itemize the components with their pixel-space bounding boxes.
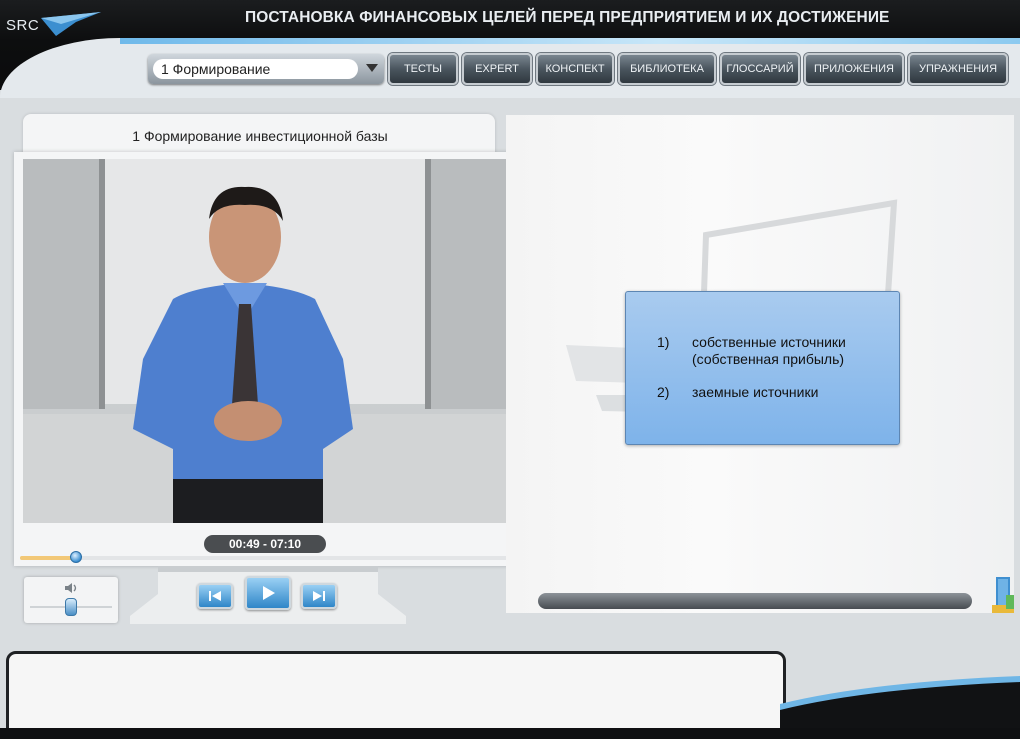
exercises-button[interactable]: УПРАЖНЕНИЯ — [908, 53, 1008, 85]
footer-swoosh — [780, 676, 1020, 731]
app-title: ПОСТАНОВКА ФИНАНСОВЫХ ЦЕЛЕЙ ПЕРЕД ПРЕДПР… — [245, 9, 890, 26]
list-item-number: 1) — [657, 334, 670, 350]
expert-button[interactable]: EXPERT — [462, 53, 532, 85]
top-navigation: 1 Формирование ТЕСТЫ EXPERT КОНСПЕКТ БИБ… — [148, 52, 1008, 86]
next-button[interactable] — [301, 583, 337, 609]
play-icon — [263, 586, 275, 600]
list-item-text: (собственная прибыль) — [692, 351, 845, 367]
logo-text: SRC — [6, 17, 40, 34]
progress-fill — [20, 556, 76, 560]
volume-control — [24, 577, 118, 623]
list-item-number: 2) — [657, 384, 670, 400]
tests-button[interactable]: ТЕСТЫ — [388, 53, 458, 85]
notes-panel — [6, 651, 786, 731]
slide-scrollbar[interactable] — [538, 593, 972, 609]
prev-button[interactable] — [197, 583, 233, 609]
play-button[interactable] — [245, 576, 291, 610]
books-icon[interactable] — [990, 575, 1016, 615]
appendices-button[interactable]: ПРИЛОЖЕНИЯ — [804, 53, 904, 85]
list-item-text: собственные источники — [692, 334, 846, 350]
chapter-select-value: 1 Формирование — [153, 59, 358, 79]
skip-back-icon — [209, 591, 221, 601]
chapter-select[interactable]: 1 Формирование — [148, 54, 384, 84]
progress-bar[interactable] — [20, 551, 508, 563]
chevron-down-icon[interactable] — [366, 64, 378, 72]
progress-knob[interactable] — [69, 551, 82, 563]
time-display: 00:49 - 07:10 — [204, 535, 326, 553]
footer-bar — [0, 728, 1020, 739]
slide-content-box: 1) собственные источники (собственная пр… — [625, 291, 900, 445]
video-frame[interactable] — [23, 159, 509, 523]
volume-knob[interactable] — [65, 598, 77, 616]
video-title: 1 Формирование инвестиционной базы — [132, 128, 388, 144]
glossary-button[interactable]: ГЛОССАРИЙ — [720, 53, 800, 85]
speaker-icon[interactable] — [64, 581, 80, 595]
library-button[interactable]: БИБЛИОТЕКА — [618, 53, 716, 85]
list-item-text: заемные источники — [692, 384, 819, 400]
konspekt-button[interactable]: КОНСПЕКТ — [536, 53, 614, 85]
skip-forward-icon — [313, 591, 325, 601]
